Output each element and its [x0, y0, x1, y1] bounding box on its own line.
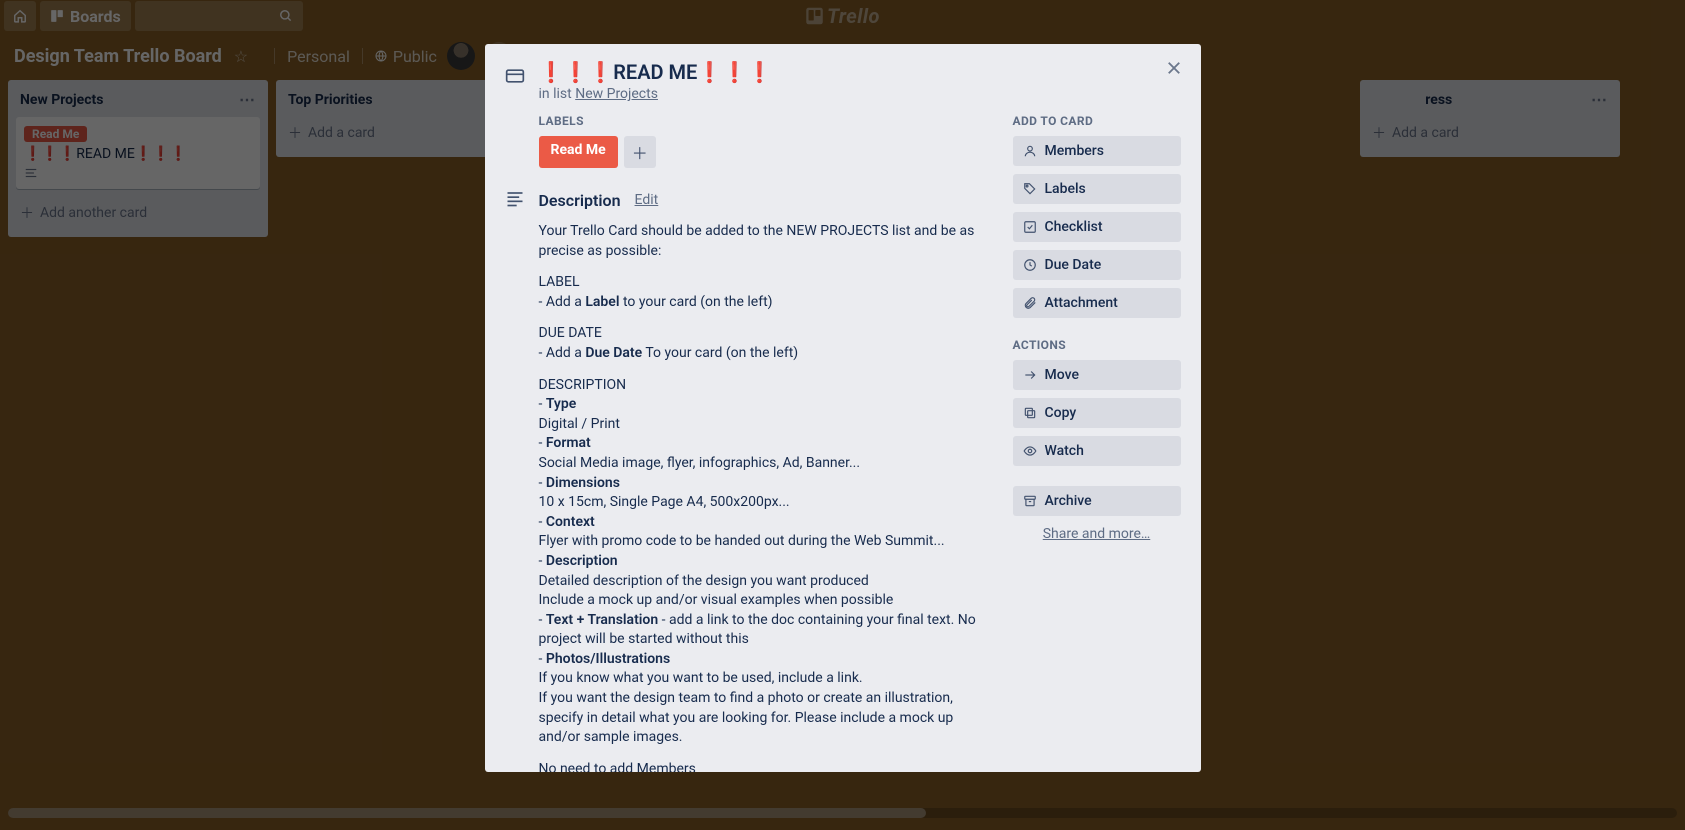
close-button[interactable]	[1165, 58, 1183, 82]
members-button[interactable]: Members	[1013, 136, 1181, 166]
move-button[interactable]: Move	[1013, 360, 1181, 390]
share-more-link[interactable]: Share and more…	[1013, 526, 1181, 542]
user-icon	[1023, 144, 1037, 158]
archive-button[interactable]: Archive	[1013, 486, 1181, 516]
eye-icon	[1023, 444, 1037, 458]
card-list-location: in list New Projects	[539, 86, 773, 102]
description-heading: Description	[539, 191, 621, 210]
add-label-button[interactable]: ＋	[624, 136, 656, 168]
add-to-card-heading: ADD TO CARD	[1013, 114, 1181, 128]
edit-description-link[interactable]: Edit	[635, 192, 659, 208]
card-icon	[505, 66, 525, 102]
description-icon	[505, 188, 525, 212]
in-list-link[interactable]: New Projects	[575, 86, 658, 102]
actions-heading: ACTIONS	[1013, 338, 1181, 352]
card-header: ❗️❗️❗️READ ME❗️❗️❗️ in list New Projects	[505, 60, 1181, 102]
clock-icon	[1023, 258, 1037, 272]
checklist-icon	[1023, 220, 1037, 234]
card-modal: ❗️❗️❗️READ ME❗️❗️❗️ in list New Projects…	[485, 44, 1201, 772]
watch-button[interactable]: Watch	[1013, 436, 1181, 466]
card-sidebar: ADD TO CARD Members Labels Checklist Due…	[1013, 114, 1181, 772]
tag-icon	[1023, 182, 1037, 196]
label-read-me[interactable]: Read Me	[539, 136, 618, 168]
paperclip-icon	[1023, 296, 1037, 310]
copy-button[interactable]: Copy	[1013, 398, 1181, 428]
labels-button[interactable]: Labels	[1013, 174, 1181, 204]
copy-icon	[1023, 406, 1037, 420]
card-main: LABELS Read Me ＋ Description Edit Your T…	[505, 114, 995, 772]
close-icon	[1165, 59, 1183, 77]
arrow-right-icon	[1023, 368, 1037, 382]
labels-heading: LABELS	[539, 114, 995, 128]
due-date-button[interactable]: Due Date	[1013, 250, 1181, 280]
card-title[interactable]: ❗️❗️❗️READ ME❗️❗️❗️	[539, 60, 773, 84]
description-content[interactable]: Your Trello Card should be added to the …	[539, 222, 995, 772]
archive-icon	[1023, 494, 1037, 508]
attachment-button[interactable]: Attachment	[1013, 288, 1181, 318]
checklist-button[interactable]: Checklist	[1013, 212, 1181, 242]
